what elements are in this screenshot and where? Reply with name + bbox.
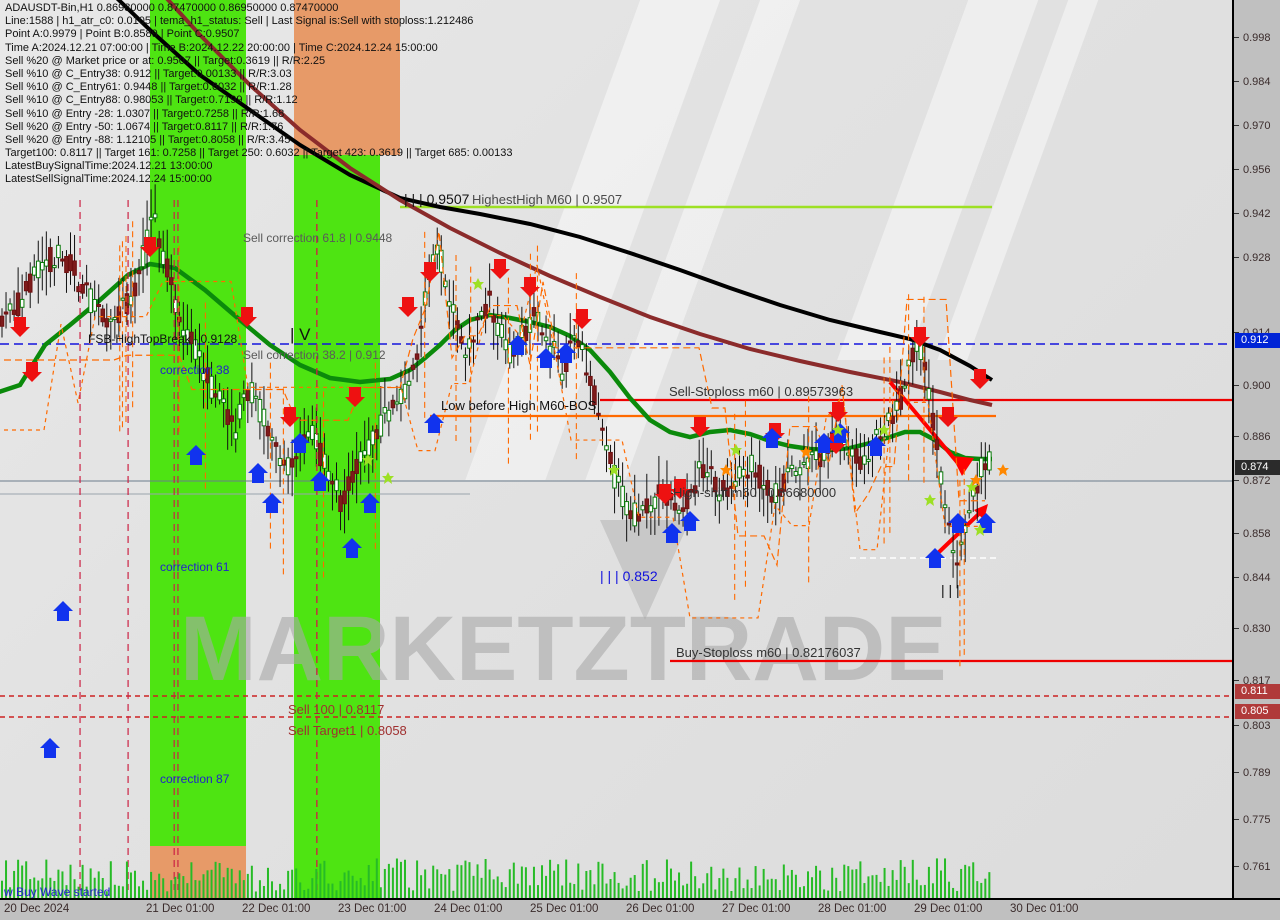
chart-plot-area[interactable]: MARKETZTRADE ADAUSDT-Bin,H1 0.86980000 0… xyxy=(0,0,1232,898)
header-line-8: Sell %10 @ Entry -28: 1.0307 || Target:0… xyxy=(5,107,285,120)
mid-level-marker: | V xyxy=(290,325,311,344)
header-line-5: Sell %10 @ C_Entry38: 0.912 || Target:0.… xyxy=(5,67,292,80)
price-tick-0.830: 0.830 xyxy=(1234,622,1280,636)
correction-38: correction 38 xyxy=(160,363,230,377)
price-tick-0.998: 0.998 xyxy=(1234,31,1280,45)
header-line-11: Target100: 0.8117 || Target 161: 0.7258 … xyxy=(5,147,513,160)
sell-target1: Sell Target1 | 0.8058 xyxy=(288,723,407,738)
sell-stoploss-m60: Sell-Stoploss m60 | 0.89573963 xyxy=(669,384,854,399)
time-tick-10: 30 Dec 01:00 xyxy=(1010,903,1079,915)
low-marker-right: | | | xyxy=(941,582,960,598)
time-tick-1: 21 Dec 01:00 xyxy=(146,903,215,915)
buy-stoploss-m60: Buy-Stoploss m60 | 0.82176037 xyxy=(676,645,861,660)
correction-87: correction 87 xyxy=(160,772,230,786)
chart-info-header: ADAUSDT-Bin,H1 0.86980000 0.87470000 0.8… xyxy=(5,2,512,187)
highest-high-label: HighestHigh M60 | 0.9507 xyxy=(472,192,623,207)
current-ask-label: 0.874 xyxy=(1235,460,1280,475)
sell-correction-618: Sell correction 61.8 | 0.9448 xyxy=(243,231,393,245)
new-buy-wave-started: w Buy Wave started xyxy=(4,885,111,898)
header-line-3: Time A:2024.12.21 07:00:00 | Time B:2024… xyxy=(5,41,438,54)
time-tick-0: 20 Dec 2024 xyxy=(4,903,70,915)
header-line-0: ADAUSDT-Bin,H1 0.86980000 0.87470000 0.8… xyxy=(5,2,339,14)
price-axis[interactable]: 0.9980.9840.9700.9560.9420.9280.9140.900… xyxy=(1232,0,1280,898)
header-line-6: Sell %10 @ C_Entry61: 0.9448 || Target:0… xyxy=(5,81,292,94)
time-axis[interactable]: 20 Dec 2024 21 Dec 01:00 22 Dec 01:00 23 De… xyxy=(0,898,1280,920)
high-shift-m60: High-shift m60 | 0.86680000 xyxy=(673,485,837,500)
price-tick-0.872: 0.872 xyxy=(1234,474,1280,488)
time-tick-3: 23 Dec 01:00 xyxy=(338,903,407,915)
fsb-hightopbreak: FSB-HighTopBreak | 0.9128 xyxy=(88,332,238,346)
price-tick-0.900: 0.900 xyxy=(1234,379,1280,393)
time-tick-7: 27 Dec 01:00 xyxy=(722,903,791,915)
time-tick-8: 28 Dec 01:00 xyxy=(818,903,887,915)
header-line-7: Sell %10 @ C_Entry88: 0.98053 || Target:… xyxy=(5,94,298,107)
header-line-2: Point A:0.9979 | Point B:0.8589 | Point … xyxy=(5,28,240,41)
sell-correction-382: Sell correction 38.2 | 0.912 xyxy=(243,348,386,362)
current-bid-label: 0.912 xyxy=(1235,333,1280,348)
sell-100: Sell 100 | 0.8117 xyxy=(288,702,385,717)
sell-100-label: 0.811 xyxy=(1235,684,1280,699)
price-tick-0.775: 0.775 xyxy=(1234,813,1280,827)
price-tick-0.858: 0.858 xyxy=(1234,527,1280,541)
header-line-9: Sell %20 @ Entry -50: 1.0674 || Target:0… xyxy=(5,120,284,133)
time-tick-2: 22 Dec 01:00 xyxy=(242,903,311,915)
low-before-high-bos: Low before High M60-BOS xyxy=(441,398,597,413)
header-line-1: Line:1588 | h1_atr_c0: 0.0105 | tema_h1_… xyxy=(5,15,474,28)
low-marker-852: | | | 0.852 xyxy=(600,568,658,584)
price-tick-0.942: 0.942 xyxy=(1234,207,1280,221)
header-line-10: Sell %20 @ Entry -88: 1.12105 || Target:… xyxy=(5,133,291,146)
header-line-12: LatestBuySignalTime:2024.12.21 13:00:00 xyxy=(5,160,213,173)
highest-high-marker: | | | 0.9507 xyxy=(404,191,470,207)
sell-target1-label: 0.805 xyxy=(1235,704,1280,719)
price-tick-0.789: 0.789 xyxy=(1234,766,1280,780)
price-tick-0.761: 0.761 xyxy=(1234,860,1280,874)
time-tick-5: 25 Dec 01:00 xyxy=(530,903,599,915)
price-tick-0.803: 0.803 xyxy=(1234,719,1280,733)
time-tick-4: 24 Dec 01:00 xyxy=(434,903,503,915)
time-tick-9: 29 Dec 01:00 xyxy=(914,903,983,915)
price-tick-0.956: 0.956 xyxy=(1234,163,1280,177)
correction-61: correction 61 xyxy=(160,560,230,574)
price-tick-0.970: 0.970 xyxy=(1234,119,1280,133)
header-line-13: LatestSellSignalTime:2024.12.24 15:00:00 xyxy=(5,173,212,186)
time-tick-6: 26 Dec 01:00 xyxy=(626,903,695,915)
price-tick-0.928: 0.928 xyxy=(1234,251,1280,265)
price-tick-0.886: 0.886 xyxy=(1234,430,1280,444)
price-tick-0.984: 0.984 xyxy=(1234,75,1280,89)
header-line-4: Sell %20 @ Market price or at: 0.9507 ||… xyxy=(5,54,326,67)
price-tick-0.844: 0.844 xyxy=(1234,571,1280,585)
